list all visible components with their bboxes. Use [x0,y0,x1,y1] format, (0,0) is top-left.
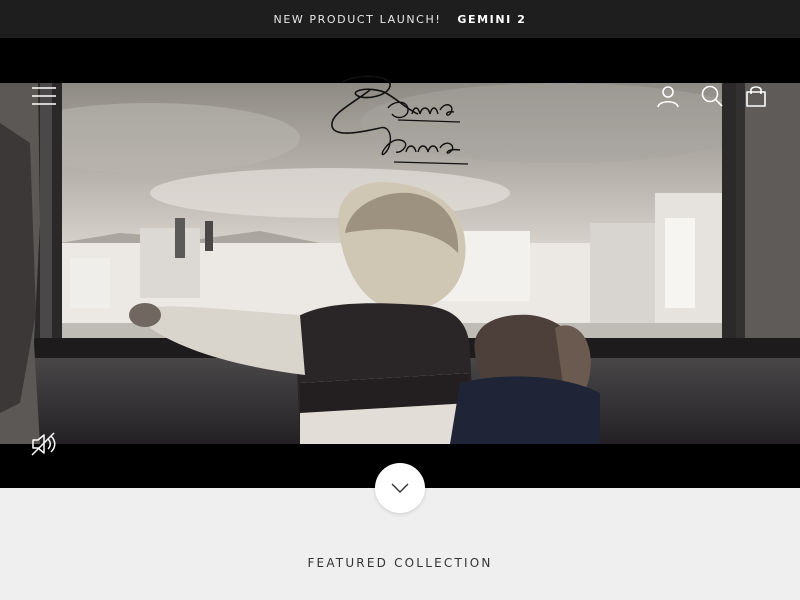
announcement-highlight[interactable]: GEMINI 2 [457,13,526,26]
menu-icon [32,87,56,105]
mute-toggle[interactable] [28,430,60,458]
mute-icon [31,432,56,456]
logo-signature [331,75,469,165]
announcement-text: NEW PRODUCT LAUNCH! [273,12,442,26]
account-button[interactable] [654,82,682,110]
featured-collection-title: FEATURED COLLECTION [307,556,493,570]
scroll-down-button[interactable] [375,463,425,513]
cart-button[interactable] [742,82,770,110]
menu-button[interactable] [28,82,60,110]
search-button[interactable] [698,82,726,110]
logo[interactable] [322,70,482,174]
chevron-down-icon [391,483,409,493]
announcement-bar[interactable]: NEW PRODUCT LAUNCH! GEMINI 2 [0,0,800,38]
search-icon [701,85,723,107]
account-icon [657,86,679,108]
cart-icon [746,86,766,107]
